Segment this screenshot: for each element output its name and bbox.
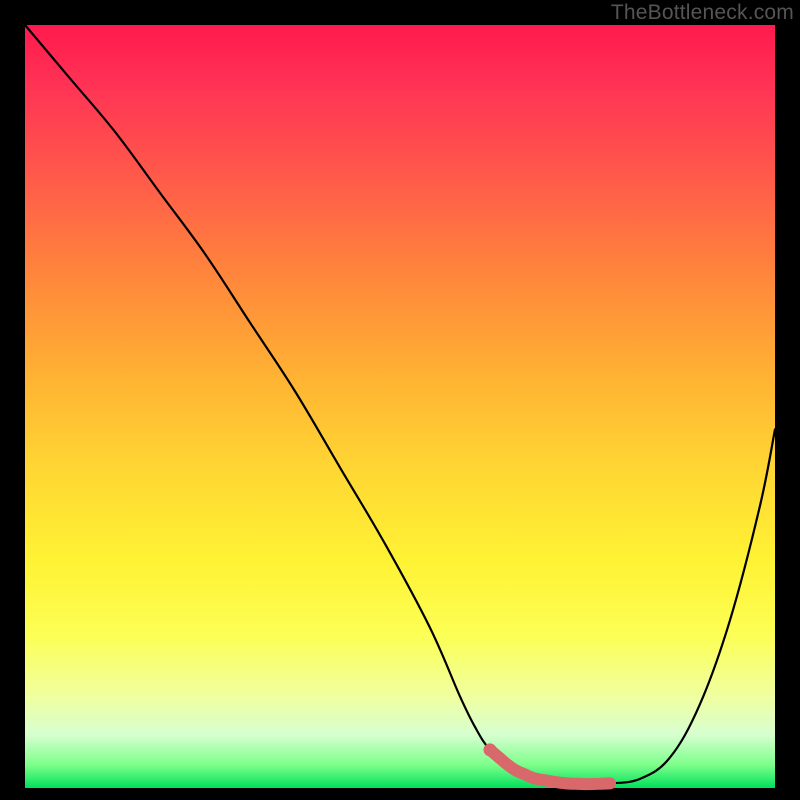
bottleneck-curve (25, 25, 775, 784)
sweet-spot-band (490, 750, 610, 784)
watermark-text: TheBottleneck.com (611, 1, 794, 25)
chart-svg (25, 25, 775, 788)
sweet-spot-dot (484, 743, 497, 756)
